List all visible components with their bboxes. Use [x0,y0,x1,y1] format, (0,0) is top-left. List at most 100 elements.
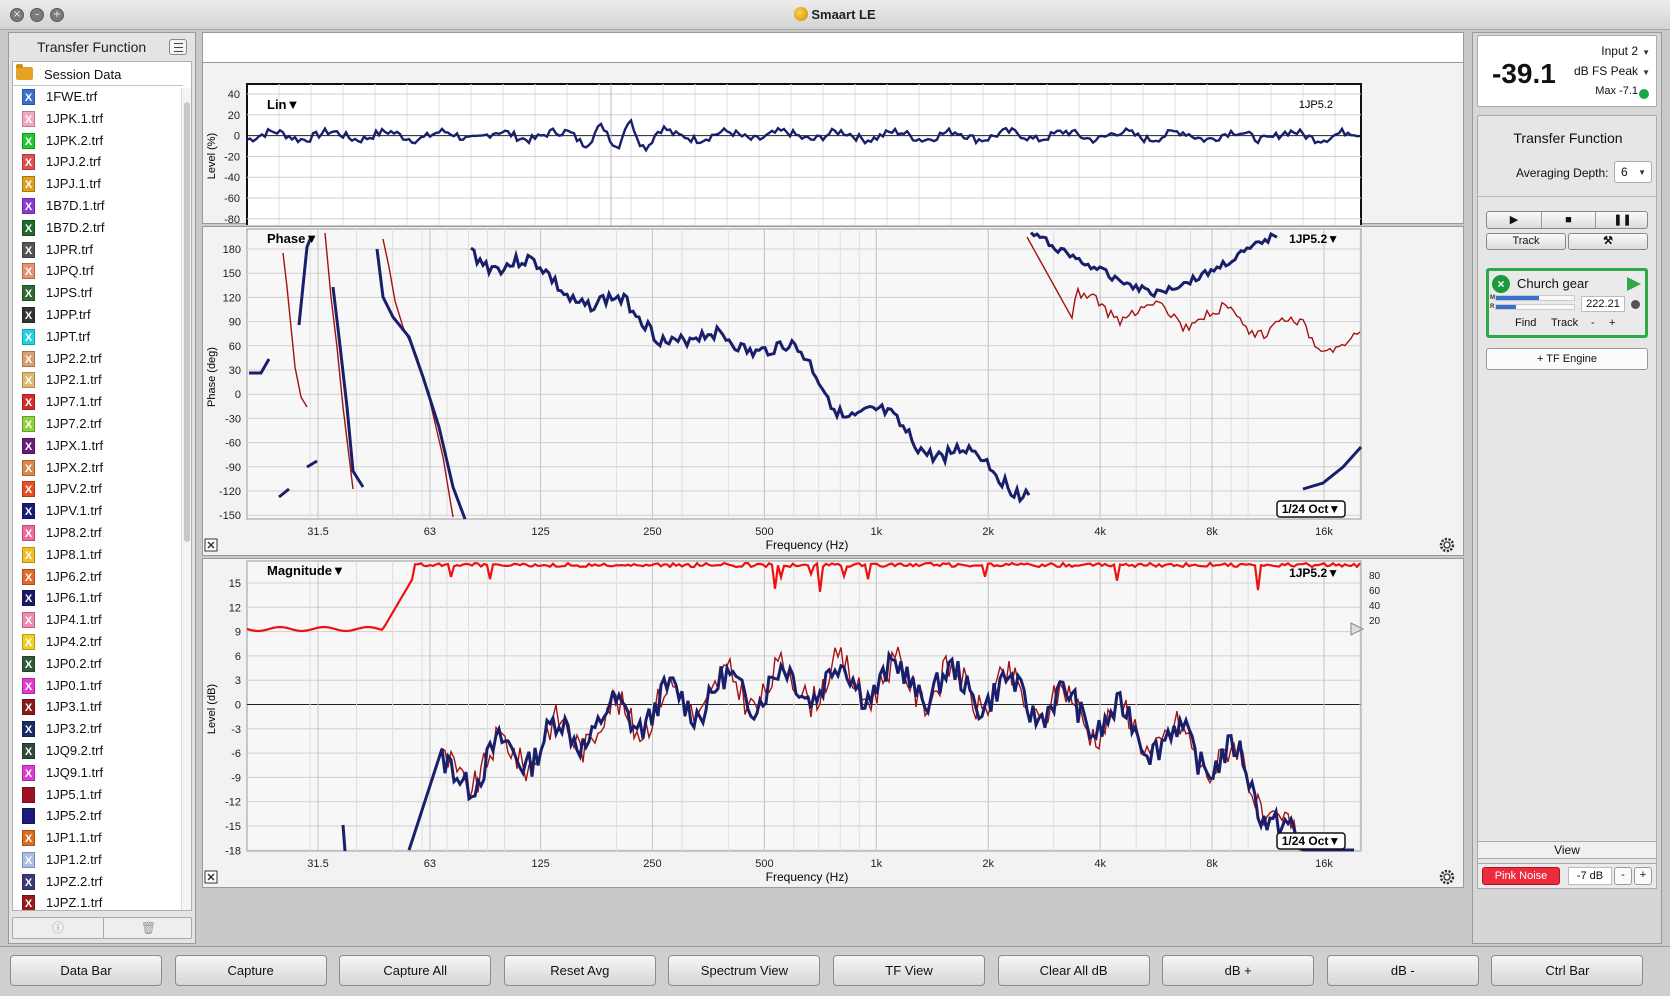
list-item[interactable]: X 1JP4.2.trf [13,631,191,653]
trace-color-icon[interactable] [22,786,35,803]
phase-mode-select[interactable]: Phase▼ [267,231,318,246]
delay-field[interactable]: 222.21 [1581,296,1625,312]
view-button[interactable]: View [1477,841,1657,859]
trace-color-icon[interactable]: X [22,851,35,868]
trace-color-icon[interactable]: X [22,742,35,759]
find-delay-button[interactable]: Find [1515,317,1536,329]
trace-select[interactable]: 1JP5.2▼ [1289,566,1339,580]
trace-color-icon[interactable]: X [22,612,35,629]
list-item[interactable]: X 1JP0.1.trf [13,675,191,697]
record-icon[interactable] [1631,300,1640,309]
trace-color-icon[interactable]: X [22,89,35,105]
list-item[interactable]: X 1JPZ.2.trf [13,871,191,893]
list-item[interactable]: X 1JP2.2.trf [13,348,191,370]
impulse-scale-select[interactable]: Lin▼ [267,97,299,112]
trace-color-icon[interactable]: X [22,633,35,650]
trace-color-icon[interactable]: X [22,524,35,541]
delay-plus-button[interactable]: + [1609,317,1615,329]
trace-color-icon[interactable]: X [22,132,35,149]
trace-color-icon[interactable]: X [22,546,35,563]
trace-color-icon[interactable]: X [22,437,35,454]
pause-button[interactable]: ❚❚ [1595,212,1649,228]
sidebar-menu-icon[interactable] [169,39,187,55]
list-item[interactable]: X 1JPJ.1.trf [13,173,191,195]
list-item[interactable]: X 1JPK.1.trf [13,108,191,130]
generator-minus-button[interactable]: - [1614,867,1632,885]
reset-avg-button[interactable]: Reset Avg [503,955,656,986]
list-item[interactable]: X 1JP8.1.trf [13,544,191,566]
list-item[interactable]: X 1JPJ.2.trf [13,151,191,173]
magnitude-mode-select[interactable]: Magnitude▼ [267,563,345,578]
capture-all-button[interactable]: Capture All [339,955,492,986]
track-button[interactable]: Track [1486,233,1566,250]
trace-color-icon[interactable]: X [22,241,35,258]
chevron-down-icon[interactable]: ▼ [1642,68,1650,77]
pink-noise-button[interactable]: Pink Noise [1482,867,1560,885]
capture-button[interactable]: Capture [174,955,327,986]
list-item[interactable]: X 1JPR.trf [13,239,191,261]
db-button[interactable]: dB + [1162,955,1315,986]
magnitude-pane[interactable]: 15 12 9 6 3 0 -3 -6 -9 -12 -15 -18 31.5 63 125 250 500 1k… [202,558,1464,888]
impulse-response-pane[interactable]: 40200-20-40-60-80Lin▼1JP5.2+5Time (ms)Le… [202,62,1465,225]
spectrum-view-button[interactable]: Spectrum View [668,955,821,986]
meter-mode-select[interactable]: dB FS Peak [1574,64,1638,78]
trace-color-icon[interactable]: X [22,263,35,280]
ctrl-bar-button[interactable]: Ctrl Bar [1491,955,1644,986]
tf-view-button[interactable]: TF View [833,955,985,986]
scrollbar-thumb[interactable] [184,102,190,542]
magnitude-trace-low[interactable] [341,824,347,852]
trace-color-icon[interactable]: X [22,764,35,781]
list-item[interactable]: X 1JQ9.2.trf [13,740,191,762]
data-bar-button[interactable]: Data Bar [10,955,162,986]
trace-color-icon[interactable]: X [22,590,35,607]
list-item[interactable]: X 1JPP.trf [13,304,191,326]
close-engine-icon[interactable]: × [1492,275,1510,293]
list-item[interactable]: X 1JP7.1.trf [13,391,191,413]
trace-color-icon[interactable]: X [22,873,35,890]
trace-color-icon[interactable]: X [22,328,35,345]
delay-minus-button[interactable]: - [1591,317,1595,329]
list-item[interactable]: X 1JP0.2.trf [13,653,191,675]
stop-button[interactable]: ■ [1541,212,1595,228]
trace-color-icon[interactable]: X [22,830,35,847]
trace-select[interactable]: 1JP5.2▼ [1289,232,1339,246]
list-item[interactable]: X 1JP7.2.trf [13,413,191,435]
track-delay-button[interactable]: Track [1551,317,1578,329]
list-item[interactable]: X 1JP1.1.trf [13,827,191,849]
phase-close-button[interactable] [204,538,218,552]
trace-color-icon[interactable]: X [22,677,35,694]
magnitude-plot[interactable]: 15129630-3-6-9-12-15-1831.5 63 125 250 500 1k… [203,559,1465,889]
magnitude-close-button[interactable] [204,870,218,884]
trace-color-icon[interactable]: X [22,503,35,520]
list-item[interactable]: X 1FWE.trf [13,86,191,108]
list-item[interactable]: X 1JP3.2.trf [13,718,191,740]
trace-color-icon[interactable] [22,808,35,825]
trace-color-icon[interactable]: X [22,176,35,193]
add-tf-engine-button[interactable]: + TF Engine [1486,348,1648,370]
list-item[interactable]: X 1JP6.2.trf [13,566,191,588]
smoothing-select[interactable]: 1/24 Oct▼ [1276,832,1346,850]
trace-color-icon[interactable]: X [22,721,35,738]
list-item[interactable]: X 1JPX.2.trf [13,457,191,479]
trace-color-icon[interactable]: X [22,285,35,302]
gear-icon[interactable] [1439,869,1455,885]
list-item[interactable]: X 1JPK.2.trf [13,130,191,152]
list-item[interactable]: X 1JP4.1.trf [13,609,191,631]
list-item[interactable]: X 1JPT.trf [13,326,191,348]
play-button[interactable]: ▶ [1487,212,1541,228]
input-select[interactable]: Input 2 [1601,44,1638,58]
list-item[interactable]: 1JP5.2.trf [13,805,191,827]
smoothing-select[interactable]: 1/24 Oct▼ [1276,500,1346,518]
impulse-plot[interactable]: 40200-20-40-60-80Lin▼1JP5.2+5Time (ms)Le… [203,63,1465,225]
list-item[interactable]: X 1B7D.1.trf [13,195,191,217]
trace-color-icon[interactable]: X [22,394,35,411]
list-item[interactable]: X 1JQ9.1.trf [13,762,191,784]
trace-color-icon[interactable]: X [22,568,35,585]
trace-color-icon[interactable]: X [22,350,35,367]
averaging-depth-select[interactable]: 6 ▼ [1614,161,1652,183]
list-item[interactable]: X 1JPV.1.trf [13,500,191,522]
clear-all-db-button[interactable]: Clear All dB [997,955,1150,986]
file-list-scrollbar[interactable] [181,88,191,910]
trace-color-icon[interactable]: X [22,219,35,236]
trace-color-icon[interactable]: X [22,895,35,910]
